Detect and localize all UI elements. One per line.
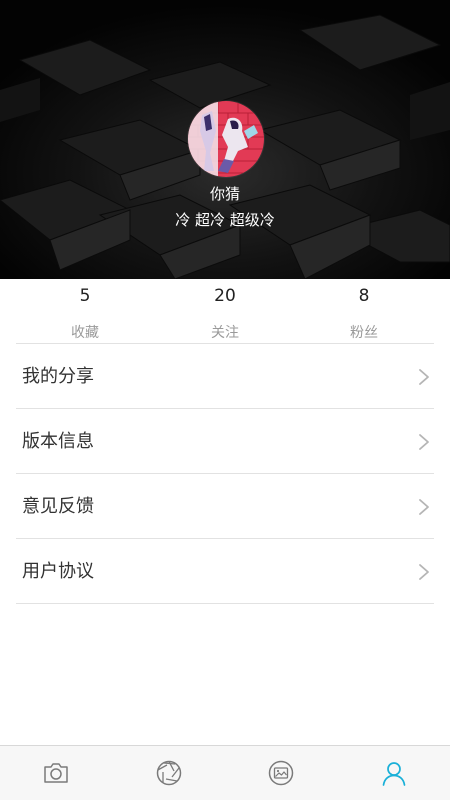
stat-value: 20 xyxy=(214,286,236,306)
username: 你猜 xyxy=(209,185,240,203)
avatar[interactable] xyxy=(188,101,264,177)
stat-following[interactable]: 20 关注 xyxy=(150,279,300,343)
stats-bar: 5 收藏 20 关注 8 粉丝 xyxy=(0,279,450,343)
divider xyxy=(16,603,434,604)
chevron-right-icon xyxy=(419,434,429,450)
bottom-tab-bar xyxy=(0,745,450,800)
stat-label: 粉丝 xyxy=(350,325,378,341)
menu-item-version-info[interactable]: 版本信息 xyxy=(0,409,450,474)
chevron-right-icon xyxy=(419,369,429,385)
stat-favorites[interactable]: 5 收藏 xyxy=(10,279,160,343)
menu-item-user-agreement[interactable]: 用户协议 xyxy=(0,539,450,604)
menu-item-label: 我的分享 xyxy=(22,366,94,387)
menu-item-label: 版本信息 xyxy=(22,431,94,452)
avatar-image xyxy=(188,101,264,177)
camera-icon xyxy=(44,763,68,783)
menu-item-label: 意见反馈 xyxy=(22,496,94,517)
stat-label: 收藏 xyxy=(71,325,99,341)
chevron-right-icon xyxy=(419,499,429,515)
menu-item-feedback[interactable]: 意见反馈 xyxy=(0,474,450,539)
tab-camera[interactable] xyxy=(0,746,113,800)
chevron-right-icon xyxy=(419,564,429,580)
menu-item-label: 用户协议 xyxy=(22,561,94,582)
stat-followers[interactable]: 8 粉丝 xyxy=(289,279,439,343)
menu-item-my-shares[interactable]: 我的分享 xyxy=(0,344,450,409)
stat-value: 5 xyxy=(79,286,91,306)
stat-label: 关注 xyxy=(211,325,239,341)
tab-aperture[interactable] xyxy=(113,746,226,800)
tab-gallery[interactable] xyxy=(225,746,338,800)
profile-header: 你猜 冷 超冷 超级冷 xyxy=(0,0,450,279)
settings-menu: 我的分享 版本信息 意见反馈 用户协议 xyxy=(0,344,450,604)
signature: 冷 超冷 超级冷 xyxy=(175,211,275,229)
user-icon xyxy=(382,762,406,786)
gallery-icon xyxy=(269,760,294,786)
tab-profile[interactable] xyxy=(338,746,450,800)
stat-value: 8 xyxy=(358,286,370,306)
aperture-icon xyxy=(156,760,181,786)
